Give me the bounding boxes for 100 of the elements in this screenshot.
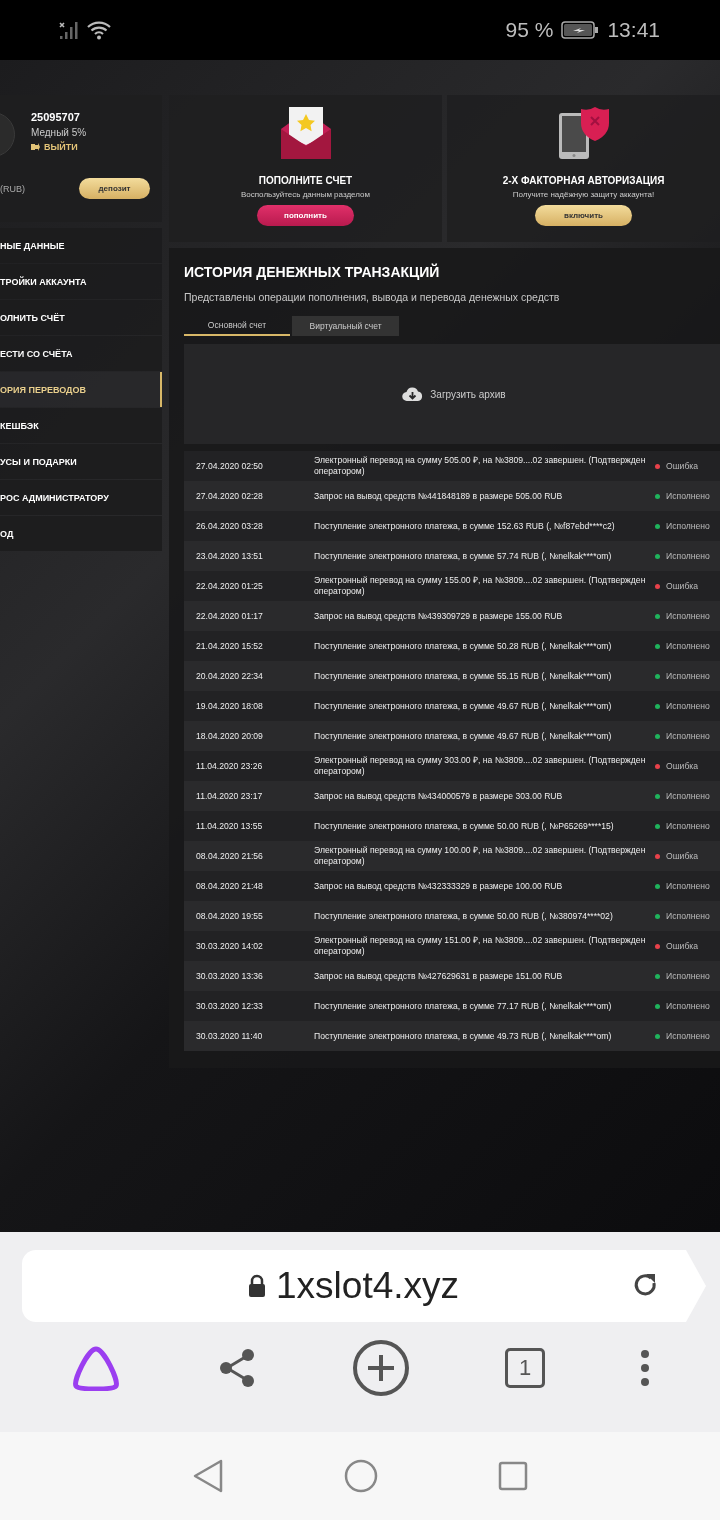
cloud-download-icon	[402, 386, 424, 402]
date-cell-text: 30.03.2020 13:36	[195, 971, 264, 981]
lock-icon	[248, 1274, 266, 1298]
date-cell-text: 11.04.2020 13:55	[195, 821, 264, 831]
description-cell-text: Электронный перевод на сумму 505.00 ₽, на №3809....02 завершен. (Подтвержден оператором)	[314, 455, 647, 477]
battery-icon	[561, 20, 600, 40]
menu-item[interactable]: ТРОЙКИ АККАУНТА	[0, 264, 162, 299]
promo-title: 2-Х ФАКТОРНАЯ АВТОРИЗАЦИЯ	[502, 175, 665, 186]
date-cell-text: 08.04.2020 19:55	[195, 911, 264, 921]
status-label: Ошибка	[666, 851, 699, 861]
status-label: Исполнено	[666, 791, 710, 801]
download-button[interactable]: Загрузить архив	[402, 386, 506, 402]
more-icon[interactable]	[640, 1348, 651, 1388]
description-cell-text: Электронный перевод на сумму 151.00 ₽, на №3809....02 завершен. (Подтвержден оператором)	[314, 935, 647, 957]
description-cell-text: Поступление электронного платежа, в сумме 50.00 RUB (, №P65269****15)	[314, 820, 615, 832]
date-cell-text: 30.03.2020 11:40	[195, 1031, 264, 1041]
status-label: Исполнено	[666, 971, 710, 981]
description-cell-text: Поступление электронного платежа, в сумме 50.28 RUB (, №nelkak****om)	[314, 640, 613, 652]
enable-button[interactable]: включить	[535, 205, 632, 226]
date-cell-text: 20.04.2020 22:34	[195, 671, 264, 681]
status-label: Ошибка	[666, 581, 699, 591]
menu-item[interactable]: ОРИЯ ПЕРЕВОДОВ	[0, 372, 162, 407]
description-cell-text: Запрос на вывод средств №441848189 в размере 505.00 RUB	[314, 490, 564, 502]
deposit-button[interactable]: депозит	[79, 178, 150, 199]
wifi-icon	[86, 19, 112, 41]
description-cell-text: Запрос на вывод средств №427629631 в размере 151.00 RUB	[314, 970, 564, 982]
status-label: Исполнено	[666, 521, 710, 531]
status-label: Исполнено	[666, 701, 710, 711]
signal-icon	[58, 19, 80, 41]
status-label: Исполнено	[666, 551, 710, 561]
account-tab[interactable]: Виртуальный счет	[292, 316, 399, 336]
phone-shield-icon	[556, 105, 611, 161]
description-cell-text: Поступление электронного платежа, в сумме 55.15 RUB (, №nelkak****om)	[314, 670, 613, 682]
account-level: Медный 5%	[31, 127, 87, 138]
date-cell-text: 19.04.2020 18:08	[195, 701, 264, 711]
date-cell-text: 18.04.2020 20:09	[195, 731, 264, 741]
date-cell-text: 30.03.2020 14:02	[195, 941, 264, 951]
promo-subtitle: Получите надёжную защиту аккаунта!	[512, 190, 655, 199]
section-subtitle: Представлены операции пополнения, вывода и перевода денежных средств	[184, 291, 561, 303]
date-cell-text: 21.04.2020 15:52	[195, 641, 264, 651]
status-label: Ошибка	[666, 461, 699, 471]
status-label: Исполнено	[666, 671, 710, 681]
description-cell-text: Поступление электронного платежа, в сумме 57.74 RUB (, №nelkak****om)	[314, 550, 613, 562]
status-label: Исполнено	[666, 641, 710, 651]
recents-icon[interactable]	[498, 1461, 528, 1491]
date-cell-text: 11.04.2020 23:17	[195, 791, 264, 801]
date-cell-text: 27.04.2020 02:50	[195, 461, 264, 471]
menu-item[interactable]: ОД	[0, 516, 162, 551]
status-label: Исполнено	[666, 881, 710, 891]
tabs-button[interactable]: 1	[505, 1348, 546, 1388]
clock: 13:41	[607, 18, 660, 42]
description-cell-text: Электронный перевод на сумму 155.00 ₽, на №3809....02 завершен. (Подтвержден оператором)	[314, 575, 647, 597]
envelope-icon	[278, 105, 333, 161]
back-icon[interactable]	[192, 1459, 224, 1493]
description-cell-text: Поступление электронного платежа, в сумме 49.67 RUB (, №nelkak****om)	[314, 700, 613, 712]
date-cell-text: 11.04.2020 23:26	[195, 761, 264, 771]
date-cell-text: 30.03.2020 12:33	[195, 1001, 264, 1011]
status-label: Исполнено	[666, 611, 710, 621]
date-cell-text: 23.04.2020 13:51	[195, 551, 264, 561]
account-tab[interactable]: Основной счет	[184, 316, 290, 336]
status-label: Исполнено	[666, 821, 710, 831]
promo-subtitle: Воспользуйтесь данным разделом	[241, 190, 370, 199]
description-cell-text: Поступление электронного платежа, в сумме 152.63 RUB (, №f87ebd****c2)	[314, 520, 616, 532]
account-id: 25095707	[31, 111, 81, 123]
new-tab-icon[interactable]	[351, 1339, 410, 1397]
description-cell-text: Поступление электронного платежа, в сумме 77.17 RUB (, №nelkak****om)	[314, 1000, 613, 1012]
menu-item[interactable]: НЫЕ ДАННЫЕ	[0, 228, 162, 263]
description-cell-text: Поступление электронного платежа, в сумме 50.00 RUB (, №380974****02)	[314, 910, 614, 922]
date-cell-text: 22.04.2020 01:25	[195, 581, 264, 591]
description-cell-text: Электронный перевод на сумму 100.00 ₽, на №3809....02 завершен. (Подтвержден оператором)	[314, 845, 647, 867]
description-cell-text: Запрос на вывод средств №439309729 в размере 155.00 RUB	[314, 610, 564, 622]
url-text: 1xslot4.xyz	[276, 1265, 459, 1307]
logout-link[interactable]: ВЫЙТИ	[31, 142, 87, 152]
section-title: ИСТОРИЯ ДЕНЕЖНЫХ ТРАНЗАКЦИЙ	[184, 264, 441, 280]
menu-item[interactable]: ОЛНИТЬ СЧЁТ	[0, 300, 162, 335]
date-cell-text: 22.04.2020 01:17	[195, 611, 264, 621]
date-cell-text: 26.04.2020 03:28	[195, 521, 264, 531]
status-label: Ошибка	[666, 941, 699, 951]
currency-label: (RUB)	[0, 183, 25, 194]
top-up-button[interactable]: пополнить	[257, 205, 354, 226]
status-label: Исполнено	[666, 1001, 710, 1011]
menu-item[interactable]: КЕШБЭК	[0, 408, 162, 443]
date-cell-text: 08.04.2020 21:48	[195, 881, 264, 891]
description-cell-text: Запрос на вывод средств №434000579 в размере 303.00 RUB	[314, 790, 564, 802]
home-icon[interactable]	[344, 1459, 378, 1493]
status-label: Исполнено	[666, 491, 710, 501]
menu-item[interactable]: РОС АДМИНИСТРАТОРУ	[0, 480, 162, 515]
battery-percent: 95 %	[505, 18, 554, 42]
description-cell-text: Поступление электронного платежа, в сумме 49.67 RUB (, №nelkak****om)	[314, 730, 613, 742]
status-label: Исполнено	[666, 731, 710, 741]
status-label: Ошибка	[666, 761, 699, 771]
description-cell-text: Поступление электронного платежа, в сумме 49.73 RUB (, №nelkak****om)	[314, 1030, 613, 1042]
description-cell-text: Запрос на вывод средств №432333329 в размере 100.00 RUB	[314, 880, 564, 892]
status-label: Исполнено	[666, 1031, 710, 1041]
logout-icon	[31, 143, 40, 151]
menu-item[interactable]: ЕСТИ СО СЧЁТА	[0, 336, 162, 371]
date-cell-text: 08.04.2020 21:56	[195, 851, 264, 861]
promo-title: ПОПОЛНИТЕ СЧЕТ	[258, 175, 353, 186]
menu-item[interactable]: УСЫ И ПОДАРКИ	[0, 444, 162, 479]
date-cell-text: 27.04.2020 02:28	[195, 491, 264, 501]
